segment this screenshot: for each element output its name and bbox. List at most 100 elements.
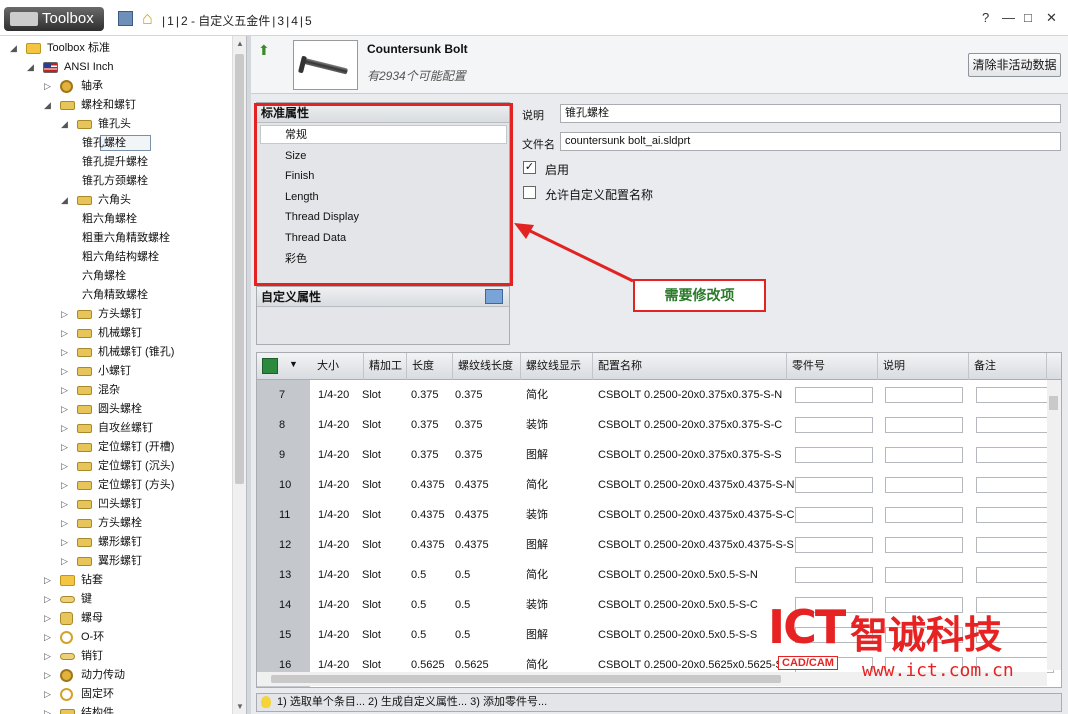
save-icon[interactable] bbox=[118, 11, 133, 26]
allow-custom-name-label: 允许自定义配置名称 bbox=[545, 188, 654, 202]
table-cell-input[interactable] bbox=[885, 567, 963, 583]
expand-arrow-icon[interactable]: ▷ bbox=[61, 533, 68, 551]
minimize-button[interactable]: — bbox=[1002, 10, 1015, 25]
scroll-down-icon[interactable]: ▼ bbox=[236, 702, 244, 711]
clear-inactive-data-button[interactable]: 清除非活动数据 bbox=[968, 53, 1061, 77]
home-icon[interactable]: ⌂ bbox=[142, 8, 153, 29]
nav-item-5[interactable]: 5 bbox=[303, 14, 314, 28]
column-header[interactable]: 零件号 bbox=[787, 353, 878, 380]
table-cell: Slot bbox=[362, 479, 381, 491]
expand-arrow-icon[interactable]: ▷ bbox=[61, 457, 68, 475]
table-cell-input[interactable] bbox=[976, 507, 1054, 523]
expand-arrow-icon[interactable]: ▷ bbox=[61, 362, 68, 380]
expand-arrow-icon[interactable]: ▷ bbox=[44, 685, 51, 703]
table-cell-input[interactable] bbox=[795, 417, 873, 433]
table-cell: CSBOLT 0.2500-20x0.5x0.5-S-N bbox=[598, 569, 758, 581]
expand-arrow-icon[interactable]: ▷ bbox=[61, 476, 68, 494]
nav-item-1[interactable]: 1 bbox=[165, 14, 176, 28]
tree-scrollbar[interactable]: ▲ ▼ bbox=[232, 36, 246, 714]
table-row[interactable]: 8 1/4-20 Slot 0.375 0.375 装饰 CSBOLT 0.2500-20x… bbox=[257, 410, 1054, 440]
nav-item-2[interactable]: 2 - 自定义五金件 bbox=[179, 14, 272, 28]
table-hscroll-thumb[interactable] bbox=[271, 675, 781, 683]
close-button[interactable]: ✕ bbox=[1046, 10, 1057, 26]
maximize-button[interactable]: □ bbox=[1024, 10, 1032, 25]
excel-icon[interactable] bbox=[262, 358, 278, 374]
collapse-arrow-icon[interactable]: ◢ bbox=[61, 115, 68, 133]
table-row[interactable]: 7 1/4-20 Slot 0.375 0.375 简化 CSBOLT 0.2500-20x… bbox=[257, 380, 1054, 410]
allow-custom-name-checkbox[interactable] bbox=[523, 186, 536, 199]
table-cell-input[interactable] bbox=[795, 387, 873, 403]
table-cell-input[interactable] bbox=[795, 507, 873, 523]
column-header[interactable]: 精加工 bbox=[364, 353, 407, 380]
column-header[interactable]: 螺纹线长度 bbox=[453, 353, 521, 380]
table-cell-input[interactable] bbox=[885, 417, 963, 433]
expand-arrow-icon[interactable]: ▷ bbox=[61, 324, 68, 342]
edit-properties-icon[interactable] bbox=[485, 289, 503, 304]
expand-arrow-icon[interactable]: ▷ bbox=[61, 514, 68, 532]
table-cell-input[interactable] bbox=[885, 387, 963, 403]
table-cell-input[interactable] bbox=[885, 477, 963, 493]
expand-arrow-icon[interactable]: ▷ bbox=[44, 666, 51, 684]
collapse-arrow-icon[interactable]: ◢ bbox=[44, 96, 51, 114]
expand-arrow-icon[interactable]: ▷ bbox=[61, 419, 68, 437]
column-header[interactable]: 螺纹线显示 bbox=[521, 353, 593, 380]
table-cell-input[interactable] bbox=[976, 477, 1054, 493]
table-cell-input[interactable] bbox=[976, 447, 1054, 463]
expand-arrow-icon[interactable]: ▷ bbox=[44, 609, 51, 627]
row-number: 7 bbox=[279, 389, 286, 401]
table-vscroll-thumb[interactable] bbox=[1049, 396, 1058, 410]
expand-arrow-icon[interactable]: ▷ bbox=[44, 571, 51, 589]
column-header[interactable]: 备注 bbox=[969, 353, 1047, 380]
nav-item-3[interactable]: 3 bbox=[275, 14, 286, 28]
table-row[interactable]: 13 1/4-20 Slot 0.5 0.5 简化 CSBOLT 0.2500-20x0.5… bbox=[257, 560, 1054, 590]
table-row[interactable]: 10 1/4-20 Slot 0.4375 0.4375 简化 CSBOLT 0.2500-… bbox=[257, 470, 1054, 500]
column-header[interactable]: 说明 bbox=[878, 353, 969, 380]
column-header[interactable]: 长度 bbox=[407, 353, 453, 380]
table-cell-input[interactable] bbox=[795, 537, 873, 553]
expand-arrow-icon[interactable]: ▷ bbox=[61, 400, 68, 418]
table-cell-input[interactable] bbox=[795, 447, 873, 463]
table-cell-input[interactable] bbox=[976, 537, 1054, 553]
filename-field[interactable]: countersunk bolt_ai.sldprt bbox=[560, 132, 1061, 151]
column-header[interactable]: 大小 bbox=[312, 353, 364, 380]
description-field[interactable]: 锥孔螺栓 bbox=[560, 104, 1061, 123]
part-header: ⬆ Countersunk Bolt 有2934个可能配置 清除非活动数据 bbox=[251, 36, 1068, 94]
table-cell-input[interactable] bbox=[976, 387, 1054, 403]
row-number: 13 bbox=[279, 569, 292, 581]
nav-item-4[interactable]: 4 bbox=[289, 14, 300, 28]
table-row[interactable]: 11 1/4-20 Slot 0.4375 0.4375 装饰 CSBOLT 0.2500-… bbox=[257, 500, 1054, 530]
table-cell-input[interactable] bbox=[885, 447, 963, 463]
tree-item-label: 锥孔头 bbox=[98, 118, 131, 130]
help-button[interactable]: ? bbox=[982, 10, 989, 25]
expand-arrow-icon[interactable]: ▷ bbox=[44, 628, 51, 646]
expand-arrow-icon[interactable]: ▷ bbox=[44, 704, 51, 714]
table-row[interactable]: 12 1/4-20 Slot 0.4375 0.4375 图解 CSBOLT 0.2500-… bbox=[257, 530, 1054, 560]
expand-arrow-icon[interactable]: ▷ bbox=[44, 647, 51, 665]
tree-scroll-thumb[interactable] bbox=[235, 54, 244, 484]
up-arrow-icon[interactable]: ⬆ bbox=[258, 42, 270, 59]
enable-checkbox[interactable]: ✓ bbox=[523, 161, 536, 174]
tree-item-label: 粗六角螺栓 bbox=[82, 213, 137, 225]
expand-arrow-icon[interactable]: ▷ bbox=[61, 381, 68, 399]
column-header[interactable]: 配置名称 bbox=[593, 353, 787, 380]
table-cell-input[interactable] bbox=[976, 417, 1054, 433]
expand-arrow-icon[interactable]: ▷ bbox=[44, 590, 51, 608]
table-cell-input[interactable] bbox=[885, 537, 963, 553]
collapse-arrow-icon[interactable]: ◢ bbox=[61, 191, 68, 209]
table-cell-input[interactable] bbox=[795, 477, 873, 493]
table-row[interactable]: 9 1/4-20 Slot 0.375 0.375 图解 CSBOLT 0.2500-20x… bbox=[257, 440, 1054, 470]
table-cell-input[interactable] bbox=[795, 567, 873, 583]
collapse-arrow-icon[interactable]: ◢ bbox=[27, 58, 34, 76]
expand-arrow-icon[interactable]: ▷ bbox=[61, 495, 68, 513]
table-cell-input[interactable] bbox=[885, 507, 963, 523]
expand-arrow-icon[interactable]: ▷ bbox=[61, 305, 68, 323]
table-cell-input[interactable] bbox=[976, 567, 1054, 583]
expand-arrow-icon[interactable]: ▷ bbox=[61, 343, 68, 361]
scroll-up-icon[interactable]: ▲ bbox=[236, 39, 244, 48]
chevron-down-icon[interactable]: ▼ bbox=[289, 359, 298, 369]
expand-arrow-icon[interactable]: ▷ bbox=[44, 77, 51, 95]
expand-arrow-icon[interactable]: ▷ bbox=[61, 438, 68, 456]
expand-arrow-icon[interactable]: ▷ bbox=[61, 552, 68, 570]
collapse-arrow-icon[interactable]: ◢ bbox=[10, 39, 17, 57]
table-cell: 0.4375 bbox=[411, 509, 445, 521]
